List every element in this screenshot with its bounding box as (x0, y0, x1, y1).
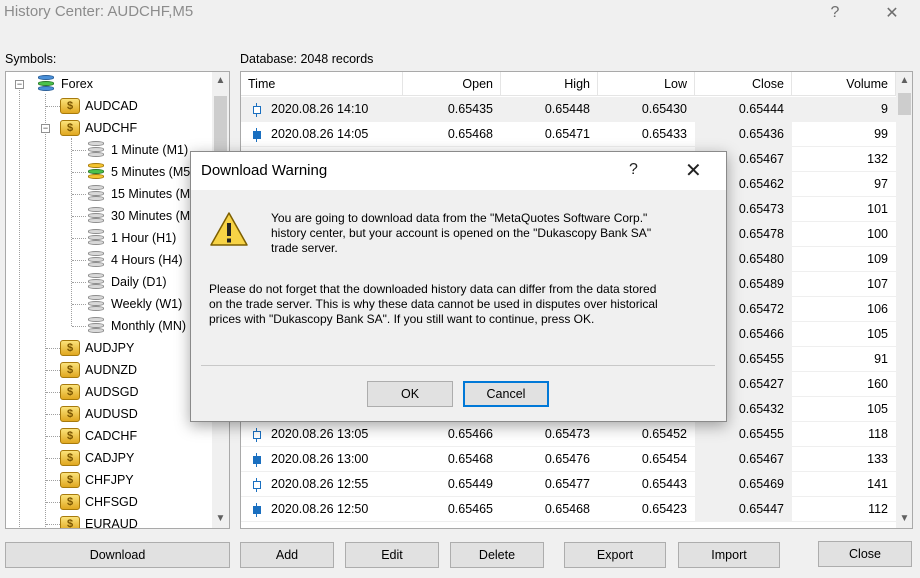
currency-icon: $ (60, 384, 80, 400)
dialog-close-button[interactable]: ✕ (685, 158, 702, 183)
timeframe-icon (86, 185, 106, 203)
tree-item-forex[interactable]: Forex (36, 73, 93, 95)
dialog-message-line: trade server. (271, 241, 338, 255)
dialog-message-line: prices with "Dukascopy Bank SA". If you … (209, 312, 595, 326)
candle-icon (253, 502, 261, 517)
dialog-divider (201, 365, 715, 366)
currency-icon: $ (60, 98, 80, 114)
candle-icon (253, 127, 261, 142)
currency-icon: $ (60, 472, 80, 488)
column-header-low[interactable]: Low (598, 72, 695, 96)
audchf-collapse-toggle[interactable]: − (41, 124, 50, 133)
download-warning-dialog[interactable]: Download Warning ? ✕ You are going to do… (190, 151, 727, 422)
help-button[interactable]: ? (815, 0, 855, 26)
tree-item-mn[interactable]: Monthly (MN) (86, 315, 186, 337)
symbols-label: Symbols: (5, 52, 57, 66)
column-header-high[interactable]: High (501, 72, 598, 96)
currency-icon: $ (60, 340, 80, 356)
table-row[interactable]: 2020.08.26 14:05 0.65468 0.65471 0.65433… (241, 122, 896, 147)
tree-item-d1[interactable]: Daily (D1) (86, 271, 167, 293)
table-row[interactable]: 2020.08.26 12:50 0.65465 0.65468 0.65423… (241, 497, 896, 522)
dialog-title: Download Warning (201, 162, 328, 179)
table-row[interactable]: 2020.08.26 14:10 0.65435 0.65448 0.65430… (241, 97, 896, 122)
table-header: Time Open High Low Close Volume (241, 72, 896, 96)
column-header-open[interactable]: Open (403, 72, 501, 96)
tree-item-audnzd[interactable]: $ AUDNZD (60, 359, 137, 381)
timeframe-icon (86, 141, 106, 159)
dialog-message-line: Please do not forget that the downloaded… (209, 282, 657, 296)
scroll-up-arrow-icon[interactable]: ▲ (212, 72, 229, 89)
import-button[interactable]: Import (678, 542, 780, 568)
tree-item-m1[interactable]: 1 Minute (M1) (86, 139, 188, 161)
delete-button[interactable]: Delete (450, 542, 544, 568)
timeframe-icon (86, 229, 106, 247)
currency-icon: $ (60, 516, 80, 528)
currency-icon: $ (60, 120, 80, 136)
timeframe-icon (86, 295, 106, 313)
column-header-time[interactable]: Time (241, 72, 403, 96)
timeframe-icon (86, 317, 106, 335)
timeframe-icon (86, 273, 106, 291)
edit-button[interactable]: Edit (345, 542, 439, 568)
currency-icon: $ (60, 494, 80, 510)
currency-icon: $ (60, 362, 80, 378)
table-row[interactable]: 2020.08.26 12:55 0.65449 0.65477 0.65443… (241, 472, 896, 497)
scroll-down-arrow-icon[interactable]: ▼ (212, 510, 229, 527)
timeframe-icon (86, 207, 106, 225)
candle-icon (253, 427, 261, 442)
export-button[interactable]: Export (564, 542, 666, 568)
timeframe-icon (86, 251, 106, 269)
table-scrollbar[interactable]: ▲ ▼ (896, 72, 912, 528)
table-row[interactable]: 2020.08.26 13:05 0.65466 0.65473 0.65452… (241, 422, 896, 447)
window-title: History Center: AUDCHF,M5 (4, 3, 194, 20)
tree-item-chfsgd[interactable]: $ CHFSGD (60, 491, 138, 513)
currency-icon: $ (60, 450, 80, 466)
tree-item-w1[interactable]: Weekly (W1) (86, 293, 182, 315)
scroll-down-arrow-icon[interactable]: ▼ (896, 510, 912, 527)
currency-icon: $ (60, 428, 80, 444)
tree-item-cadjpy[interactable]: $ CADJPY (60, 447, 134, 469)
tree-item-h4[interactable]: 4 Hours (H4) (86, 249, 183, 271)
forex-folder-icon (36, 75, 56, 93)
window-close-button[interactable]: ✕ (872, 0, 912, 26)
tree-item-audusd[interactable]: $ AUDUSD (60, 403, 138, 425)
table-scroll-thumb[interactable] (898, 93, 911, 115)
candle-icon (253, 102, 261, 117)
tree-item-audcad[interactable]: $ AUDCAD (60, 95, 138, 117)
warning-icon (210, 212, 248, 246)
tree-item-audjpy[interactable]: $ AUDJPY (60, 337, 134, 359)
tree-item-m5[interactable]: 5 Minutes (M5) (86, 161, 194, 183)
column-header-close[interactable]: Close (695, 72, 792, 96)
timeframe-icon-selected (86, 163, 106, 181)
close-button[interactable]: Close (818, 541, 912, 567)
dialog-message-line: history center, but your account is open… (271, 226, 652, 240)
tree-item-euraud[interactable]: $ EURAUD (60, 513, 138, 528)
dialog-message-line: on the trade server. This is why these d… (209, 297, 658, 311)
column-header-volume[interactable]: Volume (792, 72, 896, 96)
table-row[interactable]: 2020.08.26 13:00 0.65468 0.65476 0.65454… (241, 447, 896, 472)
tree-label-forex: Forex (61, 77, 93, 91)
currency-icon: $ (60, 406, 80, 422)
tree-item-chfjpy[interactable]: $ CHFJPY (60, 469, 134, 491)
dialog-title-bar: Download Warning ? ✕ (191, 152, 726, 190)
ok-button[interactable]: OK (367, 381, 453, 407)
cancel-button[interactable]: Cancel (463, 381, 549, 407)
add-button[interactable]: Add (240, 542, 334, 568)
candle-icon (253, 452, 261, 467)
candle-icon (253, 477, 261, 492)
tree-item-audsgd[interactable]: $ AUDSGD (60, 381, 138, 403)
dialog-message-line: You are going to download data from the … (271, 211, 648, 225)
tree-item-audchf[interactable]: $ AUDCHF (60, 117, 137, 139)
tree-item-h1[interactable]: 1 Hour (H1) (86, 227, 176, 249)
forex-collapse-toggle[interactable]: − (15, 80, 24, 89)
tree-item-cadchf[interactable]: $ CADCHF (60, 425, 137, 447)
download-button[interactable]: Download (5, 542, 230, 568)
scroll-up-arrow-icon[interactable]: ▲ (896, 72, 912, 89)
database-label: Database: 2048 records (240, 52, 374, 66)
dialog-help-button[interactable]: ? (629, 161, 638, 179)
